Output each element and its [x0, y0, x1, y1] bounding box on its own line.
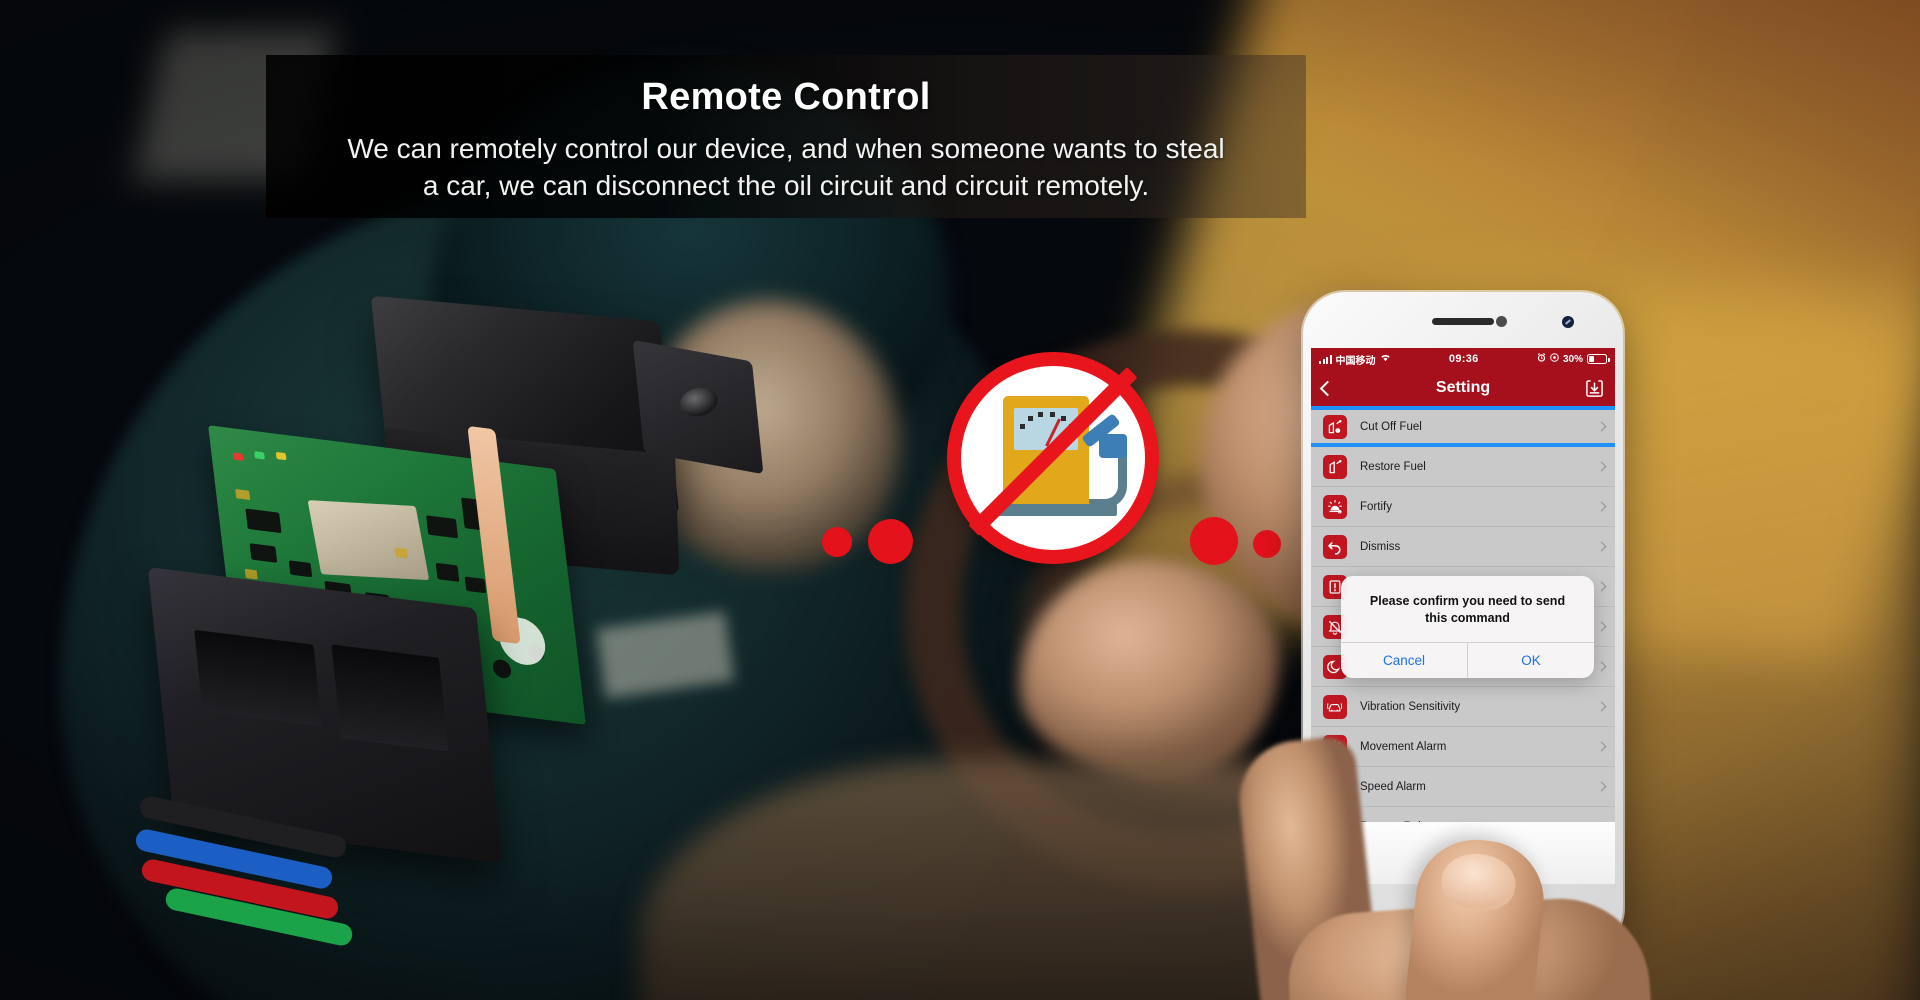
pump-hose	[1089, 452, 1127, 508]
list-item[interactable]: Vibration Sensitivity	[1311, 687, 1615, 727]
battery-percent-label: 30%	[1562, 353, 1583, 365]
battery-icon	[1587, 354, 1610, 364]
dialog-message: Please confirm you need to send this com…	[1369, 594, 1566, 625]
alarm-icon	[1537, 353, 1546, 365]
page-subtitle: We can remotely control our device, and …	[347, 132, 1225, 201]
dnd-icon	[1550, 353, 1559, 365]
gps-relay-device: 720_PWR_V2.6	[133, 295, 850, 948]
list-item-label: Speed Alarm	[1360, 780, 1426, 793]
signal-bars-icon	[1319, 354, 1332, 364]
accent-dot-1	[822, 527, 852, 557]
fingernail	[1438, 850, 1519, 914]
status-led-yellow	[275, 451, 287, 461]
chevron-right-icon	[1596, 621, 1607, 632]
chevron-right-icon	[1596, 781, 1607, 792]
nav-bar: Setting	[1311, 370, 1615, 406]
car-vibration-icon	[1323, 694, 1347, 719]
chevron-right-icon	[1596, 461, 1607, 472]
siren-icon	[1323, 494, 1347, 519]
list-item[interactable]: Restore Fuel	[1311, 447, 1615, 487]
status-led-red	[232, 452, 244, 461]
front-camera-icon	[1496, 316, 1507, 327]
chevron-right-icon	[1596, 501, 1607, 512]
clock-label: 09:36	[1448, 353, 1479, 365]
download-icon[interactable]	[1585, 379, 1604, 398]
ok-button[interactable]: OK	[1467, 642, 1594, 678]
chevron-right-icon	[1596, 741, 1607, 752]
sim-card-slot	[307, 500, 430, 581]
accent-dot-4	[1253, 530, 1281, 558]
screenshot-canvas: Remote Control We can remotely control o…	[0, 0, 1920, 1000]
list-item[interactable]: Fortify	[1311, 487, 1615, 527]
pump-nozzle-head	[1099, 434, 1127, 458]
phone-earpiece	[1432, 318, 1494, 325]
fuel-cut-icon	[1323, 414, 1347, 439]
page-title: Remote Control	[641, 76, 931, 118]
chevron-right-icon	[1596, 661, 1607, 672]
chevron-right-icon	[1596, 541, 1607, 552]
list-item-label: Movement Alarm	[1360, 740, 1447, 753]
status-led-green	[254, 451, 265, 460]
undo-arrow-icon	[1323, 534, 1347, 559]
list-item[interactable]: Movement Alarm	[1311, 727, 1615, 767]
carrier-label: 中国移动	[1335, 355, 1376, 367]
chevron-right-icon	[1596, 421, 1607, 432]
list-item-label: Vibration Sensitivity	[1360, 700, 1461, 713]
proximity-sensor-icon	[1562, 316, 1574, 328]
list-item-label: Dismiss	[1360, 540, 1401, 553]
wifi-icon	[1380, 353, 1391, 365]
chevron-right-icon	[1596, 701, 1607, 712]
list-item-label: Cut Off Fuel	[1360, 420, 1422, 433]
list-item[interactable]: Cut Off Fuel	[1311, 406, 1615, 447]
status-bar: 中国移动 09:36 30%	[1311, 348, 1615, 370]
list-item[interactable]: Dismiss	[1311, 527, 1615, 567]
list-item-label: Restore Fuel	[1360, 460, 1426, 473]
accent-dot-3	[1190, 517, 1238, 565]
chevron-right-icon	[1596, 581, 1607, 592]
fuel-restore-icon	[1323, 454, 1347, 479]
no-fuel-prohibition-sign	[947, 352, 1159, 564]
confirm-dialog: Please confirm you need to send this com…	[1341, 576, 1594, 678]
screen-title: Setting	[1435, 379, 1491, 396]
cancel-button[interactable]: Cancel	[1341, 643, 1467, 678]
list-item-label: Fortify	[1360, 500, 1392, 513]
headline-banner: Remote Control We can remotely control o…	[266, 55, 1306, 218]
accent-dot-2	[868, 519, 913, 564]
